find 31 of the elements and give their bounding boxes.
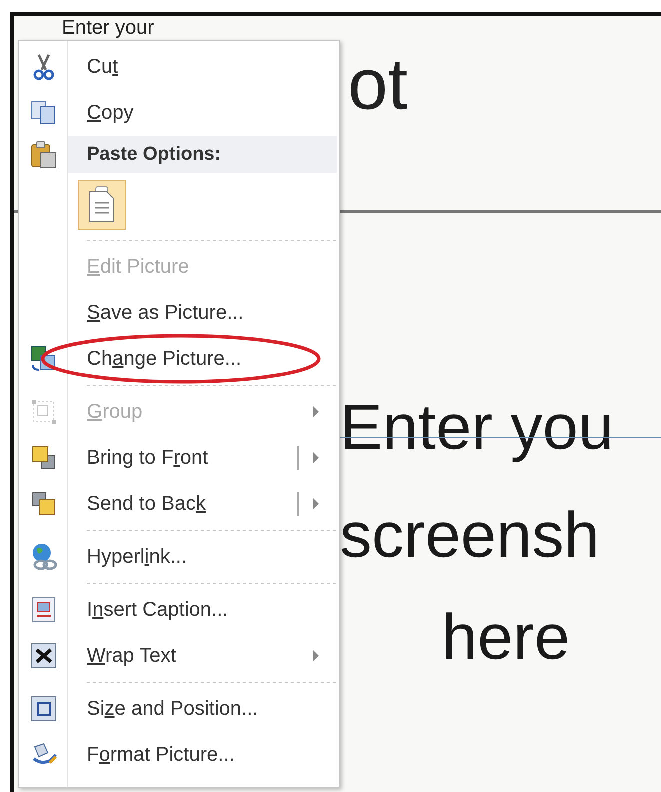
menu-item[interactable]: Send to Back (19, 481, 339, 527)
document-icon (87, 186, 117, 224)
clipboard-icon (28, 140, 58, 170)
size-icon (30, 696, 56, 722)
menu-item[interactable]: Copy (19, 90, 339, 136)
placeholder-text: Enter your (62, 17, 154, 39)
submenu-arrow-icon (313, 498, 319, 510)
picture-swap-icon (30, 345, 58, 373)
wrap-text-icon (30, 643, 56, 669)
menu-item[interactable]: Cut (19, 44, 339, 90)
menu-item[interactable]: Bring to Front (19, 435, 339, 481)
copy-icon (30, 100, 58, 126)
submenu-arrow-icon (313, 452, 319, 464)
menu-item[interactable]: Insert Caption... (19, 587, 339, 633)
menu-item[interactable]: Format Picture... (19, 732, 339, 778)
menu-item[interactable]: Hyperlink... (19, 534, 339, 580)
layers-icon (30, 444, 58, 472)
submenu-arrow-icon (313, 650, 319, 662)
placeholder-text: here (442, 600, 572, 675)
menu-item[interactable]: Wrap Text (19, 633, 339, 679)
placeholder-text: ot (348, 45, 410, 125)
paste-option-button[interactable] (78, 180, 126, 230)
caption-icon (30, 596, 56, 624)
group-icon (30, 398, 58, 426)
section-header: Paste Options: (68, 136, 337, 173)
placeholder-text: screensh (340, 498, 601, 573)
submenu-arrow-icon (313, 406, 319, 418)
menu-item[interactable]: Change Picture... (19, 336, 339, 382)
menu-item[interactable]: Save as Picture... (19, 290, 339, 336)
menu-item[interactable]: Size and Position... (19, 686, 339, 732)
layers-icon (30, 490, 58, 518)
